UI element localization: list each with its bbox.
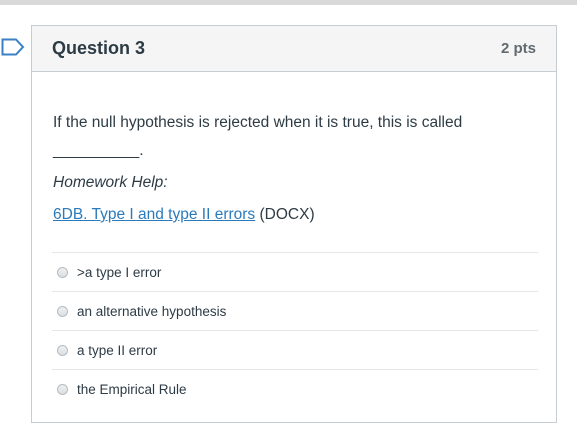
radio-button[interactable] — [57, 305, 68, 317]
answer-label: a type II error — [77, 342, 158, 358]
top-divider — [0, 0, 577, 5]
bookmark-icon[interactable] — [1, 38, 25, 56]
radio-button[interactable] — [57, 266, 68, 278]
answer-option-3[interactable]: a type II error — [52, 330, 538, 369]
answer-label: the Empirical Rule — [77, 381, 187, 397]
answer-option-4[interactable]: the Empirical Rule — [52, 369, 538, 408]
homework-help-link[interactable]: 6DB. Type I and type II errors — [53, 206, 255, 223]
answer-label: an alternative hypothesis — [77, 303, 227, 319]
radio-button[interactable] — [57, 383, 68, 395]
question-text: If the null hypothesis is rejected when … — [53, 114, 463, 131]
question-points: 2 pts — [500, 40, 536, 57]
question-header: Question 3 2 pts — [32, 26, 556, 72]
question-blank: __________. — [53, 142, 144, 159]
homework-help-line: 6DB. Type I and type II errors (DOCX) — [53, 203, 539, 227]
answer-option-1[interactable]: >a type I error — [52, 252, 538, 291]
answer-option-2[interactable]: an alternative hypothesis — [52, 291, 538, 330]
question-body: If the null hypothesis is rejected when … — [53, 111, 539, 227]
radio-button[interactable] — [57, 344, 68, 356]
question-title: Question 3 — [52, 38, 146, 58]
file-type-label: (DOCX) — [255, 206, 315, 223]
question-card: Question 3 2 pts If the null hypothesis … — [31, 25, 557, 423]
answer-label: >a type I error — [77, 264, 162, 280]
answer-list: >a type I error an alternative hypothesi… — [52, 252, 538, 408]
homework-help-label: Homework Help: — [53, 174, 168, 191]
